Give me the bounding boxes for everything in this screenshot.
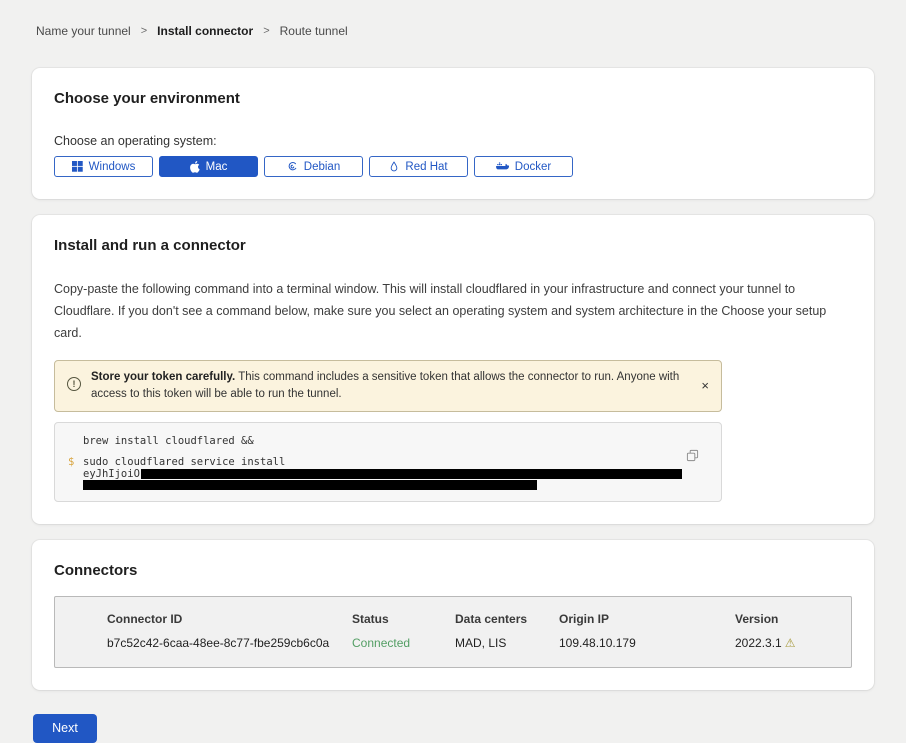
connectors-card-title: Connectors [54,562,852,579]
os-button-debian[interactable]: Debian [264,156,363,177]
os-button-group: Windows Mac Debian [54,156,852,177]
column-header-data-centers: Data centers [455,612,559,626]
install-card-title: Install and run a connector [54,237,852,254]
breadcrumb-separator: > [141,25,147,37]
environment-card-title: Choose your environment [54,90,852,107]
token-warning-title: Store your token carefully. [91,371,235,383]
connectors-table: Connector ID Status Data centers Origin … [54,596,852,668]
docker-logo-icon [496,161,509,172]
apple-logo-icon [190,161,200,173]
os-button-mac[interactable]: Mac [159,156,258,177]
column-header-connector-id: Connector ID [107,612,352,626]
os-button-label: Debian [304,161,340,173]
install-card: Install and run a connector Copy-paste t… [32,215,874,524]
install-description: Copy-paste the following command into a … [54,278,849,344]
code-line-brew-install: brew install cloudflared && [83,436,707,447]
breadcrumb-step-install-connector[interactable]: Install connector [157,24,253,38]
debian-logo-icon [287,161,298,172]
connector-origin-ip-value: 109.48.10.179 [559,636,735,650]
connector-id-value: b7c52c42-6caa-48ee-8c77-fbe259cb6c0a [107,636,352,650]
breadcrumb-step-name-tunnel[interactable]: Name your tunnel [36,24,131,38]
os-button-label: Windows [89,161,136,173]
redhat-logo-icon [389,161,399,173]
os-button-redhat[interactable]: Red Hat [369,156,468,177]
install-command-code-block: brew install cloudflared && $sudo cloudf… [54,422,722,502]
token-warning-text: Store your token carefully. This command… [91,369,685,403]
os-select-label: Choose an operating system: [54,134,852,148]
windows-logo-icon [72,161,83,172]
connector-data-centers-value: MAD, LIS [455,636,559,650]
column-header-origin-ip: Origin IP [559,612,735,626]
close-icon[interactable]: × [701,379,709,392]
os-button-label: Mac [206,161,228,173]
token-warning-banner: ! Store your token carefully. This comma… [54,360,722,412]
redacted-token-bar [141,469,682,479]
column-header-status: Status [352,612,455,626]
connectors-card: Connectors Connector ID Status Data cent… [32,540,874,690]
os-button-label: Docker [515,161,551,173]
connector-version-value: 2022.3.1⚠ [735,636,851,650]
connector-status-value: Connected [352,636,455,650]
code-line-token: eyJhIjoiO [83,469,707,480]
breadcrumb-step-route-tunnel[interactable]: Route tunnel [280,24,348,38]
os-button-label: Red Hat [405,161,447,173]
copy-icon[interactable] [686,449,699,465]
redacted-token-bar [83,480,537,490]
alert-circle-icon: ! [67,377,81,391]
token-prefix: eyJhIjoiO [83,468,140,480]
shell-prompt: $ [68,457,74,468]
os-button-windows[interactable]: Windows [54,156,153,177]
breadcrumb: Name your tunnel > Install connector > R… [0,0,906,38]
next-button[interactable]: Next [33,714,97,743]
code-line-service-install: $sudo cloudflared service install [83,457,707,468]
version-warning-icon: ⚠ [785,636,796,650]
environment-card: Choose your environment Choose an operat… [32,68,874,199]
breadcrumb-separator: > [263,25,269,37]
column-header-version: Version [735,612,851,626]
os-button-docker[interactable]: Docker [474,156,573,177]
